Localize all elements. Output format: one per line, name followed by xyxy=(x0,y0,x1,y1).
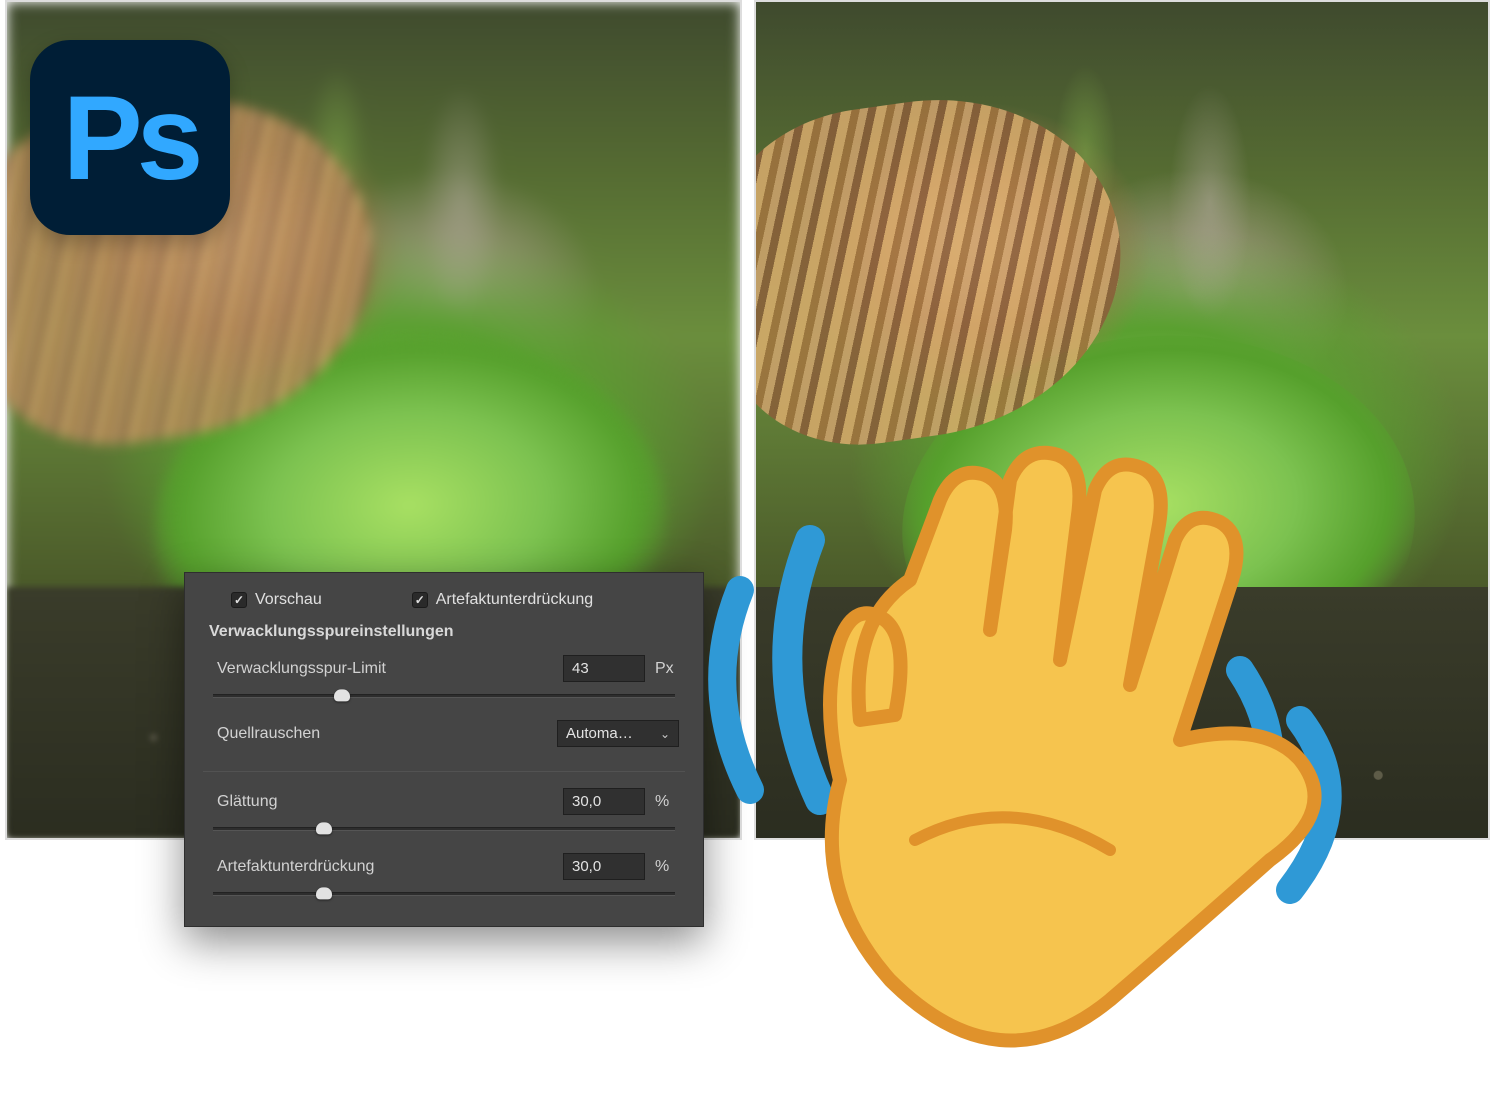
preview-checkbox[interactable] xyxy=(231,592,247,608)
smoothing-slider[interactable] xyxy=(213,827,675,831)
smoothing-slider-thumb[interactable] xyxy=(316,822,332,834)
chevron-down-icon: ⌄ xyxy=(660,727,670,741)
artifact-suppression-unit: % xyxy=(655,858,679,876)
artifact-suppression-slider[interactable] xyxy=(213,892,675,896)
artifact-suppression-checkbox[interactable] xyxy=(412,592,428,608)
blur-trace-slider[interactable] xyxy=(213,694,675,698)
source-noise-selected: Automa… xyxy=(566,725,633,742)
blur-trace-param: Verwacklungsspur-Limit Px xyxy=(203,655,685,720)
section-title: Verwacklungsspureinstellungen xyxy=(203,619,685,655)
photoshop-logo-text: Ps xyxy=(63,69,198,207)
blur-trace-input[interactable] xyxy=(563,655,645,682)
artifact-suppression-slider-thumb[interactable] xyxy=(316,887,332,899)
artifact-suppression-param: Artefaktunterdrückung % xyxy=(203,853,685,918)
blur-trace-label: Verwacklungsspur-Limit xyxy=(217,660,386,678)
smoothing-label: Glättung xyxy=(217,793,277,811)
photoshop-logo: Ps xyxy=(30,40,230,235)
artifact-suppression-label: Artefaktunterdrückung xyxy=(217,858,374,876)
artifact-suppression-input[interactable] xyxy=(563,853,645,880)
smoothing-unit: % xyxy=(655,793,679,811)
after-image xyxy=(754,0,1491,840)
artifact-suppression-checkbox-label: Artefaktunterdrückung xyxy=(436,591,593,609)
smoothing-param: Glättung % xyxy=(203,788,685,853)
source-noise-dropdown[interactable]: Automa… ⌄ xyxy=(557,720,679,747)
blur-trace-slider-thumb[interactable] xyxy=(334,689,350,701)
smoothing-input[interactable] xyxy=(563,788,645,815)
source-noise-label: Quellrauschen xyxy=(217,725,320,743)
divider xyxy=(203,771,685,772)
blur-trace-unit: Px xyxy=(655,660,679,678)
preview-label: Vorschau xyxy=(255,591,322,609)
top-checkbox-row: Vorschau Artefaktunterdrückung xyxy=(203,587,685,619)
shake-reduction-panel: Vorschau Artefaktunterdrückung Verwacklu… xyxy=(184,572,704,927)
source-noise-param: Quellrauschen Automa… ⌄ xyxy=(203,720,685,765)
